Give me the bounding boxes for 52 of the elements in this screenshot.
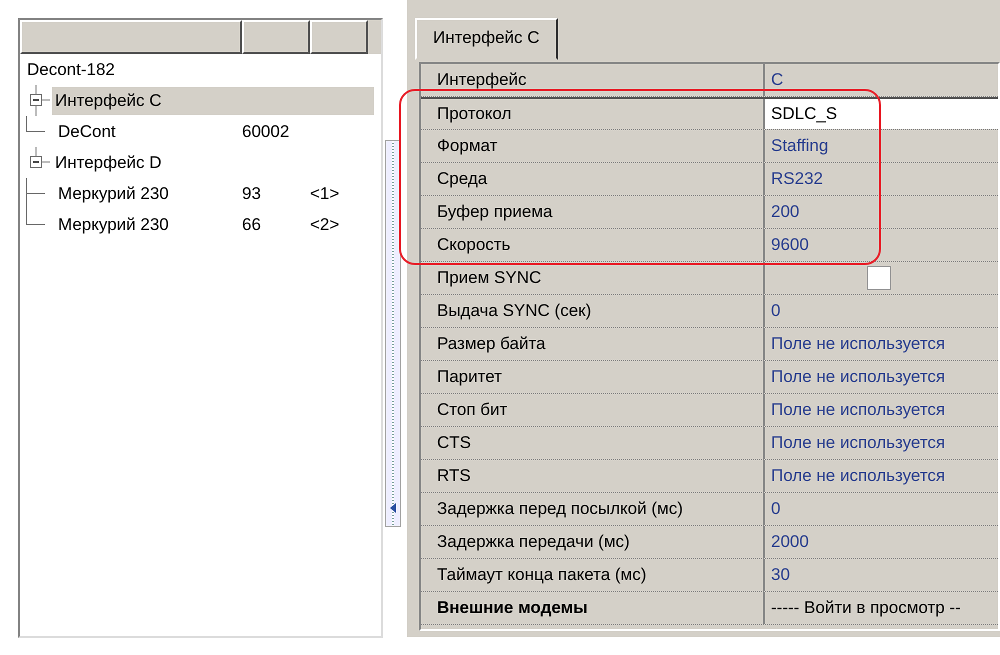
tree-item[interactable]: Decont-182 — [24, 56, 118, 84]
property-name[interactable]: Таймаут конца пакета (мс) — [421, 559, 765, 591]
property-name[interactable]: Выдача SYNC (сек) — [421, 295, 765, 327]
property-value[interactable]: ----- Войти в просмотр -- — [771, 598, 961, 618]
property-name[interactable]: Интерфейс — [421, 64, 765, 96]
tree-item[interactable]: Меркурий 230 — [55, 180, 172, 208]
property-name[interactable]: Формат — [421, 130, 765, 162]
property-value[interactable]: 2000 — [771, 532, 809, 552]
column-header[interactable] — [20, 20, 242, 54]
property-value[interactable]: Поле не используется — [771, 466, 946, 486]
property-value[interactable]: Поле не используется — [771, 400, 946, 420]
property-name[interactable]: Прием SYNC — [421, 262, 765, 294]
property-name[interactable]: Среда — [421, 163, 765, 195]
property-name[interactable]: RTS — [421, 460, 765, 492]
tree-item[interactable]: Меркурий 230 — [55, 210, 172, 238]
property-value[interactable]: C — [771, 70, 784, 90]
column-header[interactable] — [242, 20, 310, 54]
property-name[interactable]: Размер байта — [421, 328, 765, 360]
property-value[interactable]: 0 — [771, 499, 780, 519]
arrow-left-icon[interactable] — [389, 503, 397, 513]
tab[interactable]: Интерфейс C — [415, 18, 558, 60]
property-value[interactable]: 9600 — [771, 235, 809, 255]
tree-cell-text: 66 — [242, 214, 262, 234]
property-name[interactable]: Задержка передачи (мс) — [421, 526, 765, 558]
tree-cell-text: 93 — [242, 184, 262, 204]
property-value[interactable]: 30 — [771, 565, 790, 585]
property-name[interactable]: Скорость — [421, 229, 765, 261]
property-name[interactable]: Внешние модемы — [421, 592, 765, 624]
property-value[interactable]: Поле не используется — [771, 334, 946, 354]
collapse-icon[interactable] — [28, 85, 52, 116]
property-name[interactable]: Паритет — [421, 361, 765, 393]
tree-item[interactable]: DeCont — [55, 118, 119, 146]
property-value[interactable]: 0 — [771, 301, 780, 321]
property-value[interactable]: RS232 — [771, 169, 823, 189]
tree-item[interactable]: Интерфейс C — [52, 86, 374, 114]
property-name[interactable]: CTS — [421, 427, 765, 459]
property-value[interactable]: Staffing — [771, 136, 828, 156]
property-name[interactable]: Задержка перед посылкой (мс) — [421, 493, 765, 525]
tree-connector — [26, 116, 45, 132]
tree-cell-text: <1> — [310, 184, 340, 204]
checkbox[interactable] — [867, 266, 891, 290]
column-header[interactable] — [310, 20, 368, 54]
property-value[interactable]: 200 — [771, 202, 800, 222]
property-name[interactable]: Буфер приема — [421, 196, 765, 228]
splitter[interactable] — [385, 140, 401, 527]
property-value[interactable]: Поле не используется — [771, 367, 946, 387]
property-value[interactable]: Поле не используется — [771, 433, 946, 453]
property-value[interactable]: SDLC_S — [771, 104, 838, 124]
tree-item[interactable]: Интерфейс D — [52, 148, 165, 176]
tree-cell-text: <2> — [310, 214, 340, 234]
property-name[interactable]: Стоп бит — [421, 394, 765, 426]
tree-cell-text: 60002 — [242, 122, 290, 142]
